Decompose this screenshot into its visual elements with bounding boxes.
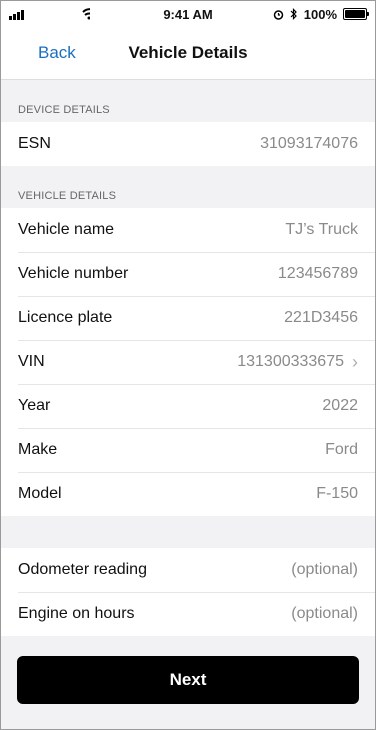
model-label: Model xyxy=(18,485,62,502)
status-left xyxy=(9,8,90,20)
vehicle-details-group: Vehicle name TJ’s Truck Vehicle number 1… xyxy=(1,208,375,516)
vehicle-number-row[interactable]: Vehicle number 123456789 xyxy=(1,252,375,296)
vehicle-number-label: Vehicle number xyxy=(18,265,129,282)
device-details-group: ESN 31093174076 xyxy=(1,122,375,166)
battery-fill xyxy=(345,10,365,18)
alarm-icon xyxy=(273,9,283,20)
year-value: 2022 xyxy=(322,397,358,414)
navigation-bar: Back Vehicle Details xyxy=(1,27,375,80)
status-right: 100% xyxy=(273,6,369,22)
vehicle-name-row[interactable]: Vehicle name TJ’s Truck xyxy=(1,208,375,252)
vin-label: VIN xyxy=(18,353,45,370)
vin-value: 131300333675 xyxy=(237,353,344,370)
esn-value: 31093174076 xyxy=(260,135,358,152)
make-label: Make xyxy=(18,441,58,458)
licence-plate-label: Licence plate xyxy=(18,309,113,326)
licence-plate-row[interactable]: Licence plate 221D3456 xyxy=(1,296,375,340)
bluetooth-icon xyxy=(290,8,297,20)
licence-plate-value: 221D3456 xyxy=(284,309,358,326)
vehicle-name-value: TJ’s Truck xyxy=(285,221,358,238)
app-screen: 9:41 AM 100% Back Vehicle Details DEVICE… xyxy=(0,0,376,730)
year-label: Year xyxy=(18,397,51,414)
vin-value-wrap: 131300333675 › xyxy=(237,353,358,371)
engine-hours-row[interactable]: Engine on hours (optional) xyxy=(1,592,375,636)
optional-details-group: Odometer reading (optional) Engine on ho… xyxy=(1,548,375,636)
back-button[interactable]: Back xyxy=(38,43,76,63)
odometer-row[interactable]: Odometer reading (optional) xyxy=(1,548,375,592)
chevron-right-icon: › xyxy=(352,352,358,372)
device-details-header: DEVICE DETAILS xyxy=(18,104,110,116)
battery-icon xyxy=(343,8,369,20)
esn-label: ESN xyxy=(18,135,51,152)
odometer-label: Odometer reading xyxy=(18,561,147,578)
make-value: Ford xyxy=(325,441,358,458)
odometer-input[interactable]: (optional) xyxy=(291,561,358,579)
esn-row: ESN 31093174076 xyxy=(1,122,375,166)
vehicle-name-label: Vehicle name xyxy=(18,221,115,238)
footer: Next xyxy=(1,636,375,704)
vin-row[interactable]: VIN 131300333675 › xyxy=(1,340,375,384)
model-value: F-150 xyxy=(316,485,358,502)
cellular-signal-icon xyxy=(9,9,24,20)
status-bar: 9:41 AM 100% xyxy=(1,1,375,27)
vehicle-details-header: VEHICLE DETAILS xyxy=(18,190,117,202)
model-row[interactable]: Model F-150 xyxy=(1,472,375,516)
year-row[interactable]: Year 2022 xyxy=(1,384,375,428)
engine-hours-input[interactable]: (optional) xyxy=(291,605,358,623)
engine-hours-label: Engine on hours xyxy=(18,605,135,622)
next-button[interactable]: Next xyxy=(17,656,359,704)
vehicle-number-value: 123456789 xyxy=(277,265,358,282)
battery-percent: 100% xyxy=(303,6,337,22)
make-row[interactable]: Make Ford xyxy=(1,428,375,472)
wifi-icon xyxy=(82,8,90,20)
